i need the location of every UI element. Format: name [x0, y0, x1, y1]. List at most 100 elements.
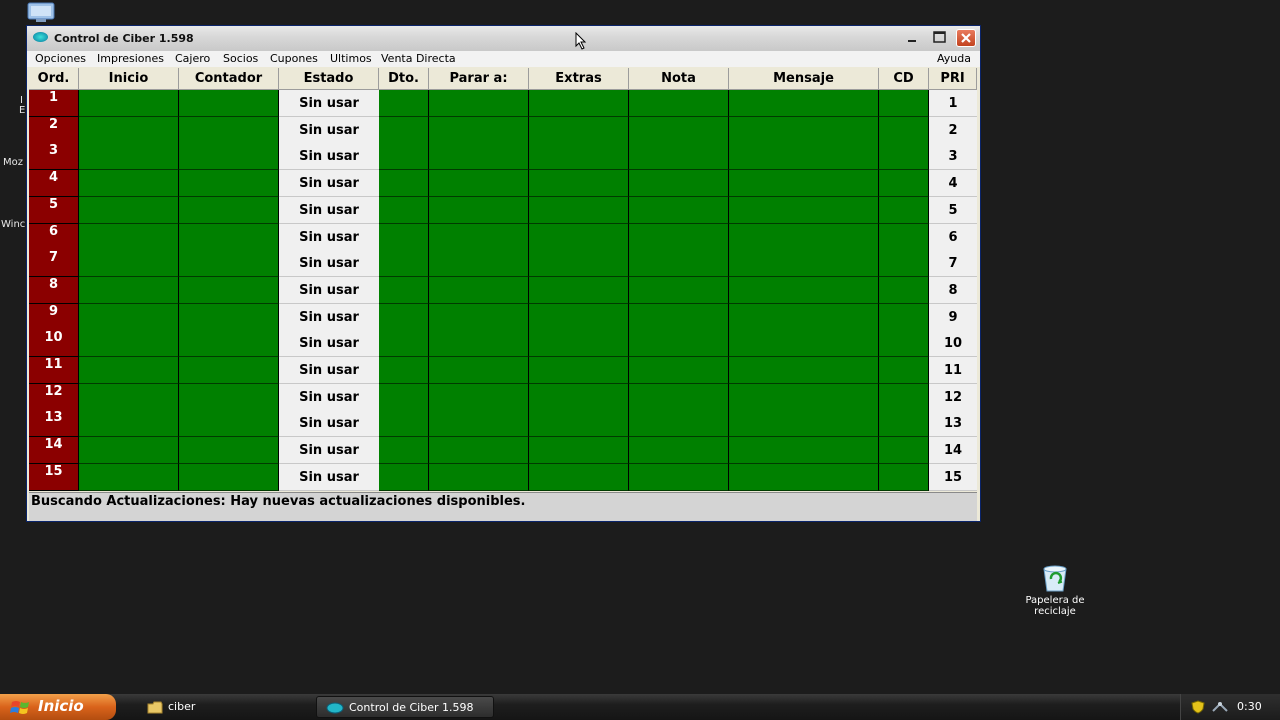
cell-extras[interactable]: [529, 357, 629, 384]
cell-extras[interactable]: [529, 437, 629, 465]
cell-dto[interactable]: [379, 437, 429, 465]
cell-nota[interactable]: [629, 196, 729, 224]
cell-dto[interactable]: [379, 170, 429, 198]
cell-estado[interactable]: Sin usar: [279, 223, 379, 251]
cell-inicio[interactable]: [79, 303, 179, 331]
cell-estado[interactable]: Sin usar: [279, 276, 379, 304]
cell-inicio[interactable]: [79, 463, 179, 491]
cell-nota[interactable]: [629, 250, 729, 278]
maximize-button[interactable]: [930, 29, 950, 47]
cell-contador[interactable]: [179, 276, 279, 304]
cell-mensaje[interactable]: [729, 330, 879, 358]
cell-inicio[interactable]: [79, 357, 179, 384]
cell-contador[interactable]: [179, 410, 279, 438]
cell-cd[interactable]: [879, 303, 929, 331]
cell-parar-a[interactable]: [429, 143, 529, 171]
cell-extras[interactable]: [529, 383, 629, 411]
cell-extras[interactable]: [529, 116, 629, 144]
cell-ord[interactable]: 9: [29, 303, 79, 331]
cell-cd[interactable]: [879, 143, 929, 171]
table-row[interactable]: 7 Sin usar 7: [29, 250, 977, 278]
cell-cd[interactable]: [879, 116, 929, 144]
cell-contador[interactable]: [179, 223, 279, 251]
cell-nota[interactable]: [629, 463, 729, 491]
cell-pri[interactable]: 1: [929, 90, 977, 117]
cell-estado[interactable]: Sin usar: [279, 196, 379, 224]
cell-estado[interactable]: Sin usar: [279, 170, 379, 198]
start-button[interactable]: Inicio: [0, 694, 116, 720]
menu-ultimos[interactable]: Ultimos: [330, 52, 372, 65]
cell-estado[interactable]: Sin usar: [279, 463, 379, 491]
cell-pri[interactable]: 13: [929, 410, 977, 438]
cell-parar-a[interactable]: [429, 90, 529, 117]
cell-pri[interactable]: 5: [929, 196, 977, 224]
cell-ord[interactable]: 1: [29, 90, 79, 117]
cell-extras[interactable]: [529, 276, 629, 304]
cell-estado[interactable]: Sin usar: [279, 437, 379, 465]
menu-cajero[interactable]: Cajero: [175, 52, 210, 65]
cell-pri[interactable]: 4: [929, 170, 977, 198]
header-pri[interactable]: PRI: [929, 68, 977, 90]
cell-parar-a[interactable]: [429, 223, 529, 251]
cell-ord[interactable]: 10: [29, 330, 79, 358]
cell-mensaje[interactable]: [729, 357, 879, 384]
cell-dto[interactable]: [379, 116, 429, 144]
cell-inicio[interactable]: [79, 196, 179, 224]
cell-mensaje[interactable]: [729, 437, 879, 465]
table-row[interactable]: 8 Sin usar 8: [29, 276, 977, 304]
cell-pri[interactable]: 14: [929, 437, 977, 465]
title-bar[interactable]: Control de Ciber 1.598: [27, 26, 980, 52]
cell-contador[interactable]: [179, 116, 279, 144]
table-row[interactable]: 14 Sin usar 14: [29, 437, 977, 465]
cell-parar-a[interactable]: [429, 116, 529, 144]
network-icon[interactable]: [1211, 700, 1229, 714]
table-row[interactable]: 2 Sin usar 2: [29, 116, 977, 144]
cell-extras[interactable]: [529, 90, 629, 117]
table-row[interactable]: 10 Sin usar 10: [29, 330, 977, 358]
desktop-computer-icon[interactable]: [24, 2, 60, 24]
cell-inicio[interactable]: [79, 116, 179, 144]
cell-dto[interactable]: [379, 330, 429, 358]
header-dto[interactable]: Dto.: [379, 68, 429, 90]
cell-nota[interactable]: [629, 410, 729, 438]
cell-parar-a[interactable]: [429, 410, 529, 438]
cell-cd[interactable]: [879, 410, 929, 438]
taskbar-item-ciber[interactable]: ciber: [140, 696, 308, 718]
cell-nota[interactable]: [629, 223, 729, 251]
cell-estado[interactable]: Sin usar: [279, 250, 379, 278]
cell-dto[interactable]: [379, 250, 429, 278]
cell-pri[interactable]: 3: [929, 143, 977, 171]
desktop-label-fragment[interactable]: Winc: [1, 219, 25, 230]
cell-parar-a[interactable]: [429, 463, 529, 491]
cell-ord[interactable]: 6: [29, 223, 79, 251]
cell-mensaje[interactable]: [729, 223, 879, 251]
cell-pri[interactable]: 11: [929, 357, 977, 384]
cell-dto[interactable]: [379, 90, 429, 117]
table-row[interactable]: 1 Sin usar 1: [29, 90, 977, 117]
header-extras[interactable]: Extras: [529, 68, 629, 90]
table-row[interactable]: 9 Sin usar 9: [29, 303, 977, 331]
cell-dto[interactable]: [379, 223, 429, 251]
cell-dto[interactable]: [379, 143, 429, 171]
menu-cupones[interactable]: Cupones: [270, 52, 318, 65]
cell-pri[interactable]: 15: [929, 463, 977, 491]
cell-parar-a[interactable]: [429, 303, 529, 331]
cell-cd[interactable]: [879, 276, 929, 304]
cell-contador[interactable]: [179, 250, 279, 278]
cell-parar-a[interactable]: [429, 276, 529, 304]
cell-extras[interactable]: [529, 330, 629, 358]
cell-inicio[interactable]: [79, 276, 179, 304]
cell-cd[interactable]: [879, 463, 929, 491]
recycle-bin[interactable]: Papelera de reciclaje: [1015, 563, 1095, 617]
menu-opciones[interactable]: Opciones: [35, 52, 86, 65]
cell-ord[interactable]: 5: [29, 196, 79, 224]
table-row[interactable]: 5 Sin usar 5: [29, 196, 977, 224]
cell-ord[interactable]: 3: [29, 143, 79, 171]
cell-dto[interactable]: [379, 383, 429, 411]
cell-nota[interactable]: [629, 357, 729, 384]
cell-estado[interactable]: Sin usar: [279, 90, 379, 117]
header-nota[interactable]: Nota: [629, 68, 729, 90]
cell-inicio[interactable]: [79, 90, 179, 117]
menu-socios[interactable]: Socios: [223, 52, 258, 65]
cell-ord[interactable]: 7: [29, 250, 79, 278]
